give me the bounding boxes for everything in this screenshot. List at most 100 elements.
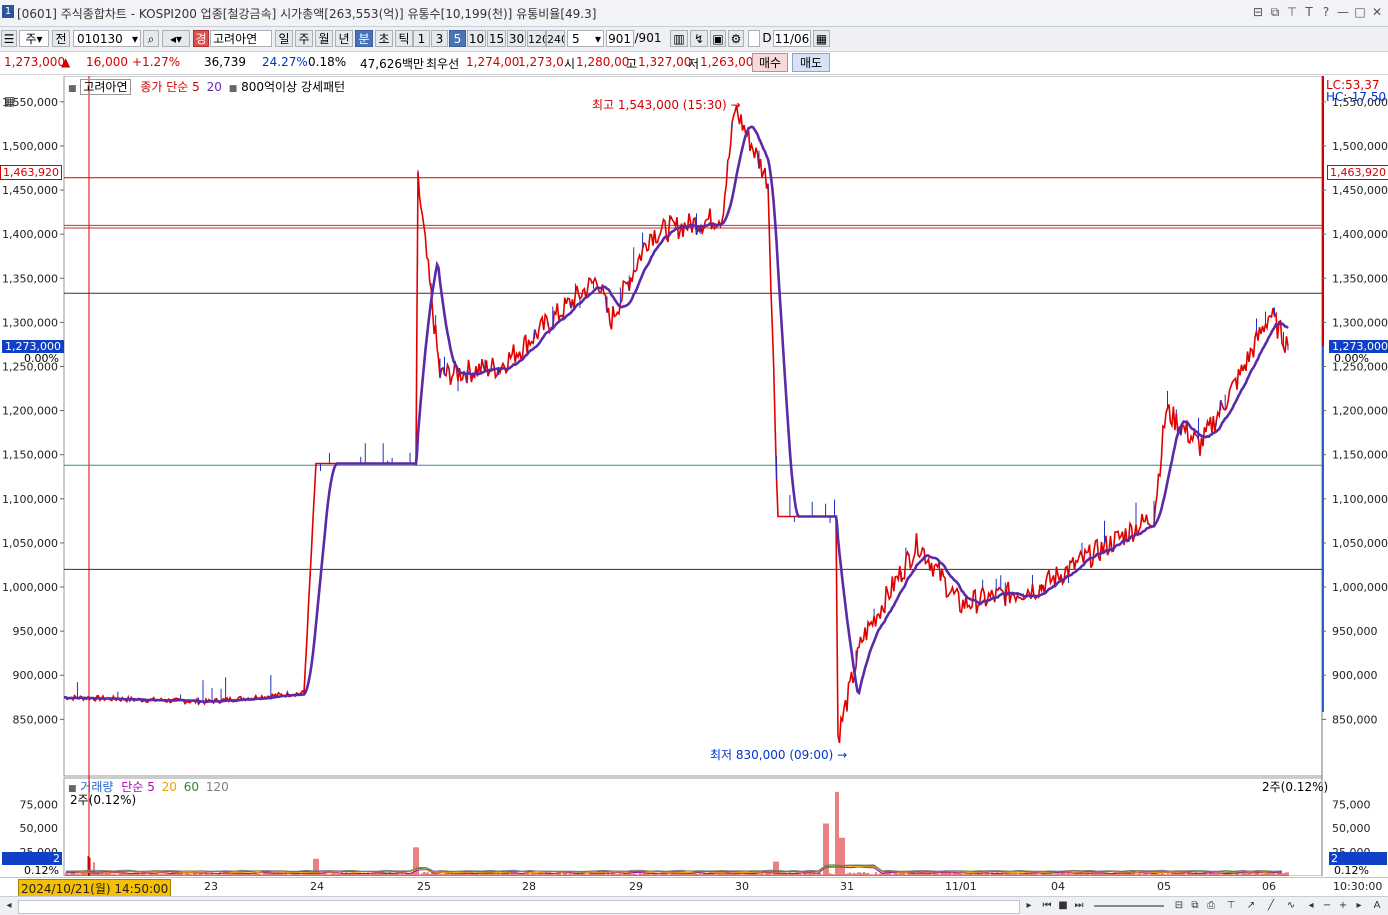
vol-ma120-label: 120 [205,780,229,794]
scroll-track[interactable] [18,900,1020,914]
menu-icon[interactable]: ☰ [1,30,17,47]
zoom-out-icon[interactable]: − [1320,899,1334,913]
hc-value: HC:-17,50 [1326,90,1387,104]
count-select[interactable]: 5 ▾ [567,30,604,47]
x-label-30: 30 [735,880,749,893]
print-icon[interactable]: ⎙ [1204,899,1218,913]
scroll-back-icon[interactable]: ◂ [1304,899,1318,913]
chart-scrollbar[interactable]: ◂ ▸ ⏮ ■ ⏭ ⊟ ⧉ ⎙ ⊤ ↗ ╱ ∿ ◂ − + ▸ A [0,896,1388,915]
help-icon[interactable]: ? [1319,4,1333,20]
interval-3-button[interactable]: 3 [431,30,448,47]
trend-icon[interactable]: ↗ [1244,899,1258,913]
period-tick-button[interactable]: 틱 [395,30,413,47]
zoom-slider[interactable] [1094,905,1164,907]
code-input[interactable]: 010130 ▾ [73,30,141,47]
turnover-ratio: 0.18% [308,55,347,69]
save-icon[interactable]: ▣ [710,30,726,47]
hline-left-label: 1,463,920 [0,165,62,180]
stock-name-field[interactable]: 고려아연 [210,30,272,47]
price-chart[interactable]: 1,550,000 1,550,0001,500,000 1,500,0001,45… [0,76,1388,876]
interval-15-button[interactable]: 15 [487,30,506,47]
count-input[interactable]: 901 [606,30,634,47]
price-series [63,105,1289,744]
close-icon[interactable]: ✕ [1370,4,1384,20]
d-checkbox[interactable] [748,30,760,47]
period-day-button[interactable]: 일 [275,30,293,47]
y-tick-label-right: 1,050,000 [1332,537,1388,550]
zoom-in-icon[interactable]: + [1336,899,1350,913]
pattern-icon[interactable]: ↯ [690,30,708,47]
y-tick-label-right: 1,100,000 [1332,493,1388,506]
change-percent: +1.27% [132,55,181,69]
y-tick-label-left: 1,000,000 [2,581,58,594]
period-second-button[interactable]: 초 [375,30,393,47]
pin-icon[interactable]: ⊤ [1285,4,1299,20]
x-label-1101: 11/01 [945,880,977,893]
y-tick-label-left: 1,200,000 [2,405,58,418]
y-tick-label-left: 1,450,000 [2,184,58,197]
legend-stock[interactable]: 고려아연 [80,79,131,95]
low-annotation: 최저 830,000 (09:00) → [710,748,848,762]
text-icon[interactable]: T [1302,4,1316,20]
x-label-06: 06 [1262,880,1276,893]
scroll-left-icon[interactable]: ◂ [2,899,16,913]
minimize-icon[interactable]: — [1336,4,1350,20]
volume-frame [63,777,1323,876]
scroll-right-icon[interactable]: ▸ [1022,899,1036,913]
restore-icon[interactable]: ⧉ [1268,4,1282,20]
scope-button[interactable]: 전 [52,30,70,47]
zoom-icon[interactable]: ⊟ [1172,899,1186,913]
y-tick-label-right: 850,000 [1332,713,1378,726]
line-icon[interactable]: ╱ [1264,899,1278,913]
volume-tick-label-right: 75,000 [1332,798,1371,811]
scroll-forward-icon[interactable]: ▸ [1352,899,1366,913]
high-price: 1,327,00 [638,55,692,69]
y-tick-label-left: 850,000 [13,713,59,726]
y-tick-label-left: 1,400,000 [2,228,58,241]
font-icon[interactable]: A [1370,899,1384,913]
first-icon[interactable]: ⏮ [1040,899,1054,913]
buy-button[interactable]: 매수 [752,53,788,72]
y-tick-label-left: 1,500,000 [2,140,58,153]
calendar-icon[interactable]: ▦ [813,30,830,47]
x-label-05: 05 [1157,880,1171,893]
wave-icon[interactable]: ∿ [1284,899,1298,913]
interval-1-button[interactable]: 1 [413,30,430,47]
period-month-button[interactable]: 월 [315,30,333,47]
settings-icon[interactable]: ⚙ [728,30,744,47]
sell-button[interactable]: 매도 [792,53,830,72]
stop-icon[interactable]: ■ [1056,899,1070,913]
grid-icon[interactable]: ▦ [4,94,15,108]
legend-ma20: 20 [206,80,222,94]
crosshair-icon[interactable]: ⊤ [1224,899,1238,913]
pct-right: 0.00% [1334,352,1369,365]
y-tick-label-right: 950,000 [1332,625,1378,638]
high-annotation: 최고 1,543,000 (15:30) → [592,98,741,112]
sound-icon[interactable]: ◂▾ [162,30,190,47]
period-week-button[interactable]: 주 [295,30,313,47]
interval-120-button[interactable]: 120 [527,30,546,47]
y-tick-label-left: 900,000 [13,669,59,682]
date-input[interactable]: 11/06 [773,30,811,47]
search-icon[interactable]: ⌕ [143,30,159,47]
volume-info-left: 2주(0.12%) [70,793,137,807]
last-icon[interactable]: ⏭ [1072,899,1086,913]
x-axis: 2024/10/21(월) 14:50:00 23 24 25 28 29 30… [0,877,1388,898]
interval-10-button[interactable]: 10 [467,30,486,47]
interval-5-button[interactable]: 5 [449,30,466,47]
y-tick-label-right: 1,400,000 [1332,228,1388,241]
period-minute-button[interactable]: 분 [355,30,373,47]
maximize-icon[interactable]: □ [1353,4,1367,20]
volume-ratio: 24.27% [262,55,308,69]
period-unit-select[interactable]: 주▾ [19,30,49,47]
window-number: 1 [2,5,14,18]
period-year-button[interactable]: 년 [335,30,353,47]
bar-chart-icon[interactable]: ▥ [670,30,688,47]
x-label-28: 28 [522,880,536,893]
interval-240-button[interactable]: 240 [546,30,565,47]
interval-30-button[interactable]: 30 [507,30,526,47]
layout-icon[interactable]: ⊟ [1251,4,1265,20]
copy-icon[interactable]: ⧉ [1188,899,1202,913]
count-total: /901 [634,31,662,45]
high-label: 고 [626,57,638,71]
